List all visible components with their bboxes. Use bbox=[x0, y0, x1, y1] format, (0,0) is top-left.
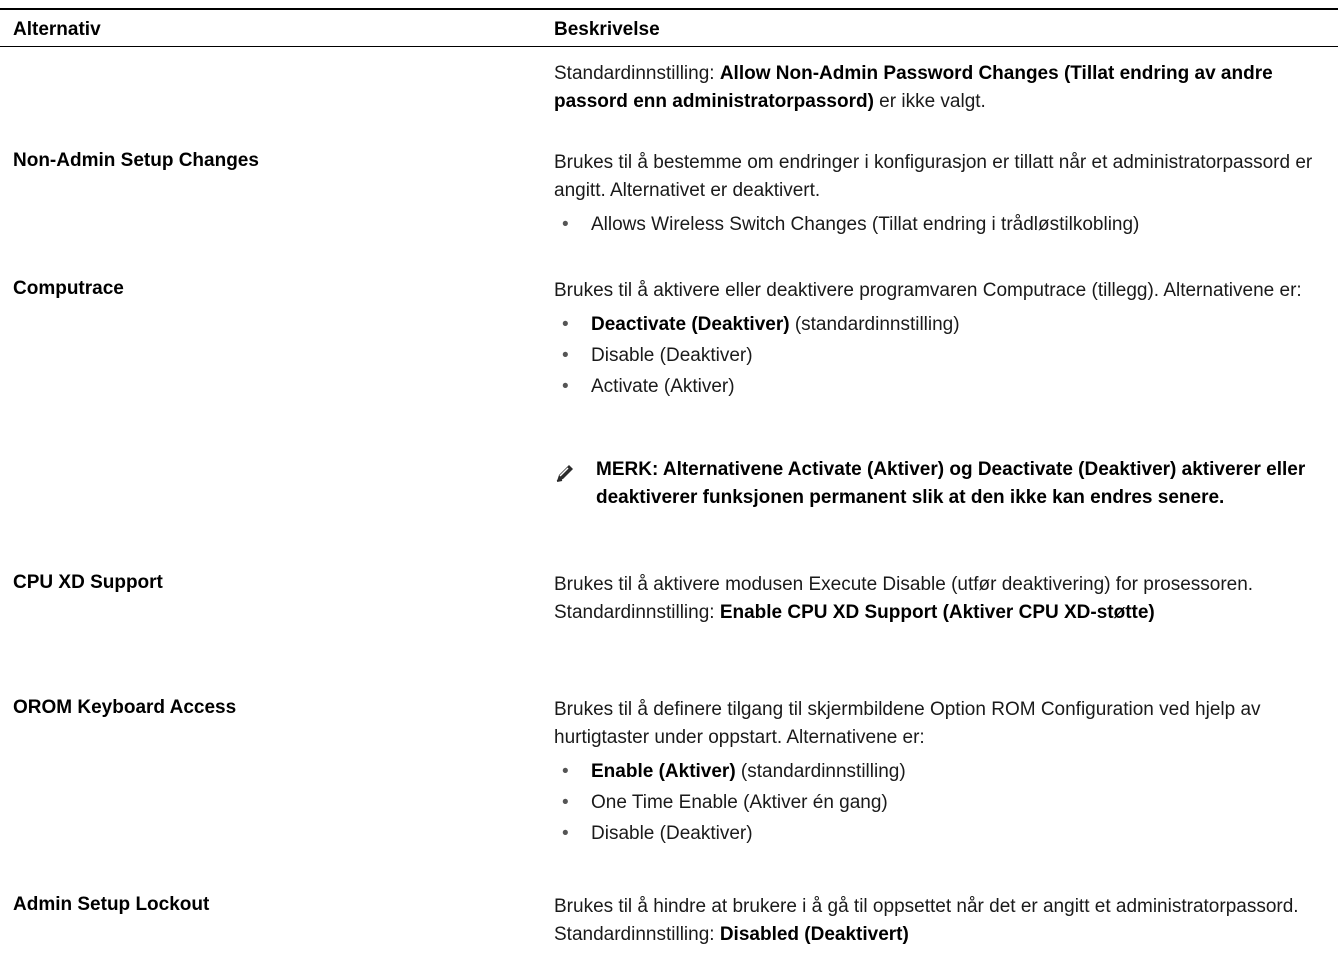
list-item: • Allows Wireless Switch Changes (Tillat … bbox=[554, 211, 1334, 239]
default-setting-line: Standardinnstilling: Enable CPU XD Suppo… bbox=[554, 602, 1155, 623]
pencil-note-icon bbox=[556, 465, 573, 482]
list-item: • Disable (Deaktiver) bbox=[554, 820, 1334, 848]
list-item: • Activate (Aktiver) bbox=[554, 373, 1334, 401]
table-header-row: Alternativ Beskrivelse bbox=[0, 10, 1338, 47]
bullet-icon: • bbox=[562, 792, 569, 813]
row-description: Brukes til å hindre at brukere i å gå ti… bbox=[554, 893, 1334, 949]
option-list: • Enable (Aktiver) (standardinnstilling) … bbox=[554, 758, 1334, 848]
list-item: • Disable (Deaktiver) bbox=[554, 342, 1334, 370]
bullet-icon: • bbox=[562, 761, 569, 782]
description-text: Brukes til å aktivere eller deaktivere p… bbox=[554, 280, 1302, 301]
bullet-icon: • bbox=[562, 214, 569, 235]
option-name: OROM Keyboard Access bbox=[13, 697, 237, 718]
option-name: Non-Admin Setup Changes bbox=[13, 150, 259, 171]
bullet-icon: • bbox=[562, 314, 569, 335]
column-header-description: Beskrivelse bbox=[554, 19, 660, 40]
description-text: Brukes til å aktivere modusen Execute Di… bbox=[554, 574, 1254, 595]
option-name: Admin Setup Lockout bbox=[13, 894, 210, 915]
note-text: MERK: Alternativene Activate (Aktiver) o… bbox=[596, 459, 1306, 508]
option-name: CPU XD Support bbox=[13, 572, 163, 593]
column-header-option: Alternativ bbox=[13, 19, 101, 40]
row-description: Brukes til å bestemme om endringer i kon… bbox=[554, 149, 1334, 242]
description-text: Brukes til å hindre at brukere i å gå ti… bbox=[554, 896, 1299, 917]
row-description: Brukes til å definere tilgang til skjerm… bbox=[554, 696, 1334, 851]
list-item: • Enable (Aktiver) (standardinnstilling) bbox=[554, 758, 1334, 786]
option-name: Computrace bbox=[13, 278, 124, 299]
bullet-icon: • bbox=[562, 376, 569, 397]
description-text: Brukes til å definere tilgang til skjerm… bbox=[554, 699, 1261, 748]
default-setting-line: Standardinnstilling: Allow Non-Admin Pas… bbox=[554, 63, 1273, 112]
description-text: Brukes til å bestemme om endringer i kon… bbox=[554, 152, 1313, 201]
row-description: Standardinnstilling: Allow Non-Admin Pas… bbox=[554, 60, 1334, 116]
option-list: • Allows Wireless Switch Changes (Tillat … bbox=[554, 211, 1334, 239]
default-setting-line: Standardinnstilling: Disabled (Deaktiver… bbox=[554, 924, 909, 945]
list-item: • One Time Enable (Aktiver én gang) bbox=[554, 789, 1334, 817]
list-item: • Deactivate (Deaktiver) (standardinnstil… bbox=[554, 311, 1334, 339]
row-description: Brukes til å aktivere modusen Execute Di… bbox=[554, 571, 1334, 627]
option-list: • Deactivate (Deaktiver) (standardinnstil… bbox=[554, 311, 1334, 401]
bullet-icon: • bbox=[562, 345, 569, 366]
row-description: Brukes til å aktivere eller deaktivere p… bbox=[554, 277, 1334, 404]
bullet-icon: • bbox=[562, 823, 569, 844]
